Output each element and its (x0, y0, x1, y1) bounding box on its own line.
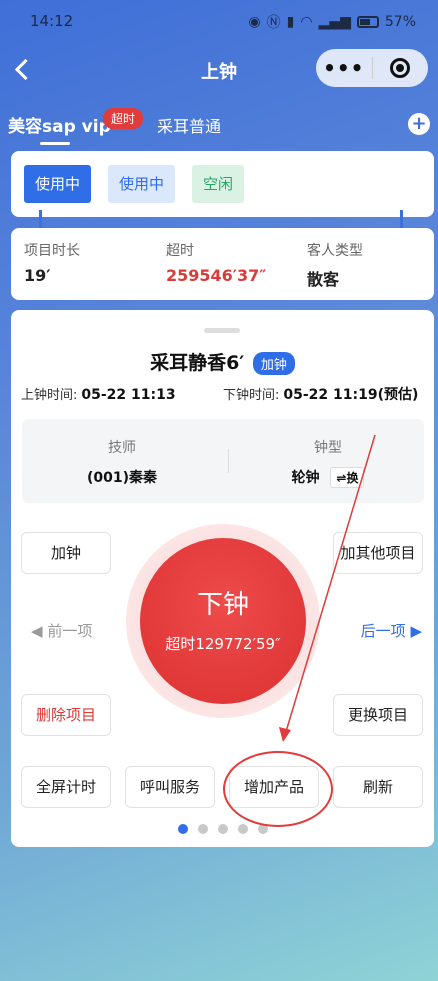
overtime-value: 259546′37″ (166, 266, 267, 285)
pager-dot[interactable] (197, 824, 208, 834)
prev-item-button[interactable]: ◀ 前一项 (31, 620, 92, 641)
annotation-circle (223, 751, 333, 827)
technician-value: (001)秦秦 (86, 470, 158, 486)
pager-dot[interactable] (217, 824, 228, 834)
signal-icon: ▂▄▆ (318, 14, 351, 30)
duration-label: 项目时长 (24, 243, 80, 259)
end-time: 下钟时间: 05-22 11:19(预估) (223, 384, 418, 404)
overtime-field: 超时 259546′37″ (166, 240, 266, 285)
vibrate-icon: ▮ (286, 14, 295, 30)
status-chip-in-use-1[interactable]: 使用中 (24, 165, 92, 203)
end-clock-button[interactable]: 下钟 超时129772′59″ (140, 538, 306, 704)
clock-type-row: 轮钟 ⇌换 (228, 467, 428, 488)
fullscreen-timer-button[interactable]: 全屏计时 (21, 766, 111, 808)
add-tab-icon[interactable]: + (408, 113, 430, 135)
status-bar: 14:12 ◉ Ⓝ ▮ ◠ ▂▄▆ 57% (0, 0, 438, 44)
battery-percent: 57% (384, 14, 416, 30)
status-card: 使用中 使用中 空闲 (11, 151, 434, 217)
tab-beauty-vip[interactable]: 美容sap vip (8, 112, 111, 137)
swap-button[interactable]: ⇌换 (330, 467, 365, 488)
technician-box: 技师 (001)秦秦 钟型 轮钟 ⇌换 (22, 419, 424, 503)
technician-field: 技师 (001)秦秦 (22, 437, 222, 487)
add-other-project-button[interactable]: 加其他项目 (333, 532, 423, 574)
clock-type-value: 轮钟 (291, 470, 320, 486)
navbar: 上钟 ••• (0, 46, 438, 92)
clock-type-label: 钟型 (314, 440, 342, 456)
guest-type-field: 客人类型 散客 (307, 240, 363, 290)
status-chip-in-use-2[interactable]: 使用中 (108, 165, 176, 203)
project-name: 采耳静香6′ (150, 352, 245, 374)
overtime-badge: 超时 (103, 108, 144, 129)
miniprogram-capsule: ••• (316, 49, 428, 87)
drag-handle[interactable] (204, 328, 240, 333)
chevron-left-icon: ◀ (31, 622, 48, 640)
chevron-right-icon: ▶ (405, 622, 422, 640)
guest-type-label: 客人类型 (307, 243, 363, 259)
battery-icon (356, 16, 379, 28)
call-service-button[interactable]: 呼叫服务 (125, 766, 215, 808)
start-time: 上钟时间: 05-22 11:13 (21, 384, 176, 403)
tab-ear-normal[interactable]: 采耳普通 (157, 113, 221, 137)
prev-item-label: 前一项 (47, 622, 93, 640)
end-time-value: 05-22 11:19(预估) (283, 387, 419, 403)
status-chip-idle[interactable]: 空闲 (192, 165, 245, 203)
guest-type-value: 散客 (307, 270, 340, 289)
project-card: 采耳静香6′ 加钟 上钟时间: 05-22 11:13 下钟时间: 05-22 11… (11, 310, 434, 847)
delete-project-button[interactable]: 删除项目 (21, 694, 111, 736)
start-time-value: 05-22 11:13 (81, 387, 176, 403)
project-title: 采耳静香6′ 加钟 (11, 348, 434, 375)
start-time-label: 上钟时间: (21, 388, 78, 403)
nfc-icon: Ⓝ (266, 15, 281, 31)
status-icons: ◉ Ⓝ ▮ ◠ ▂▄▆ 57% (248, 12, 416, 32)
end-time-label: 下钟时间: (223, 388, 280, 403)
pager-dot[interactable] (177, 824, 188, 834)
next-item-label: 后一项 (360, 622, 406, 640)
duration-field: 项目时长 19′ (24, 240, 80, 285)
add-clock-badge: 加钟 (252, 352, 295, 375)
close-button[interactable] (372, 58, 428, 78)
replace-project-button[interactable]: 更换项目 (333, 694, 423, 736)
technician-label: 技师 (108, 440, 136, 456)
end-clock-overtime: 超时129772′59″ (165, 635, 281, 653)
add-clock-button[interactable]: 加钟 (21, 532, 111, 574)
wifi-icon: ◠ (300, 14, 313, 30)
clock-type-field: 钟型 轮钟 ⇌换 (228, 437, 428, 488)
status-time: 14:12 (30, 12, 74, 30)
duration-value: 19′ (24, 266, 51, 285)
pager-dot[interactable] (237, 824, 248, 834)
end-clock-label: 下钟 (196, 590, 249, 620)
project-tabs: 美容sap vip 超时 采耳普通 + (0, 106, 438, 145)
close-circle-icon (390, 58, 411, 78)
more-button[interactable]: ••• (316, 56, 372, 80)
info-card: 项目时长 19′ 超时 259546′37″ 客人类型 散客 (11, 228, 434, 300)
active-tab-indicator (40, 142, 70, 145)
refresh-button[interactable]: 刷新 (333, 766, 423, 808)
overtime-label: 超时 (166, 243, 194, 259)
next-item-button[interactable]: 后一项 ▶ (361, 620, 422, 641)
pager-dots (11, 824, 434, 834)
eye-icon: ◉ (248, 14, 261, 30)
